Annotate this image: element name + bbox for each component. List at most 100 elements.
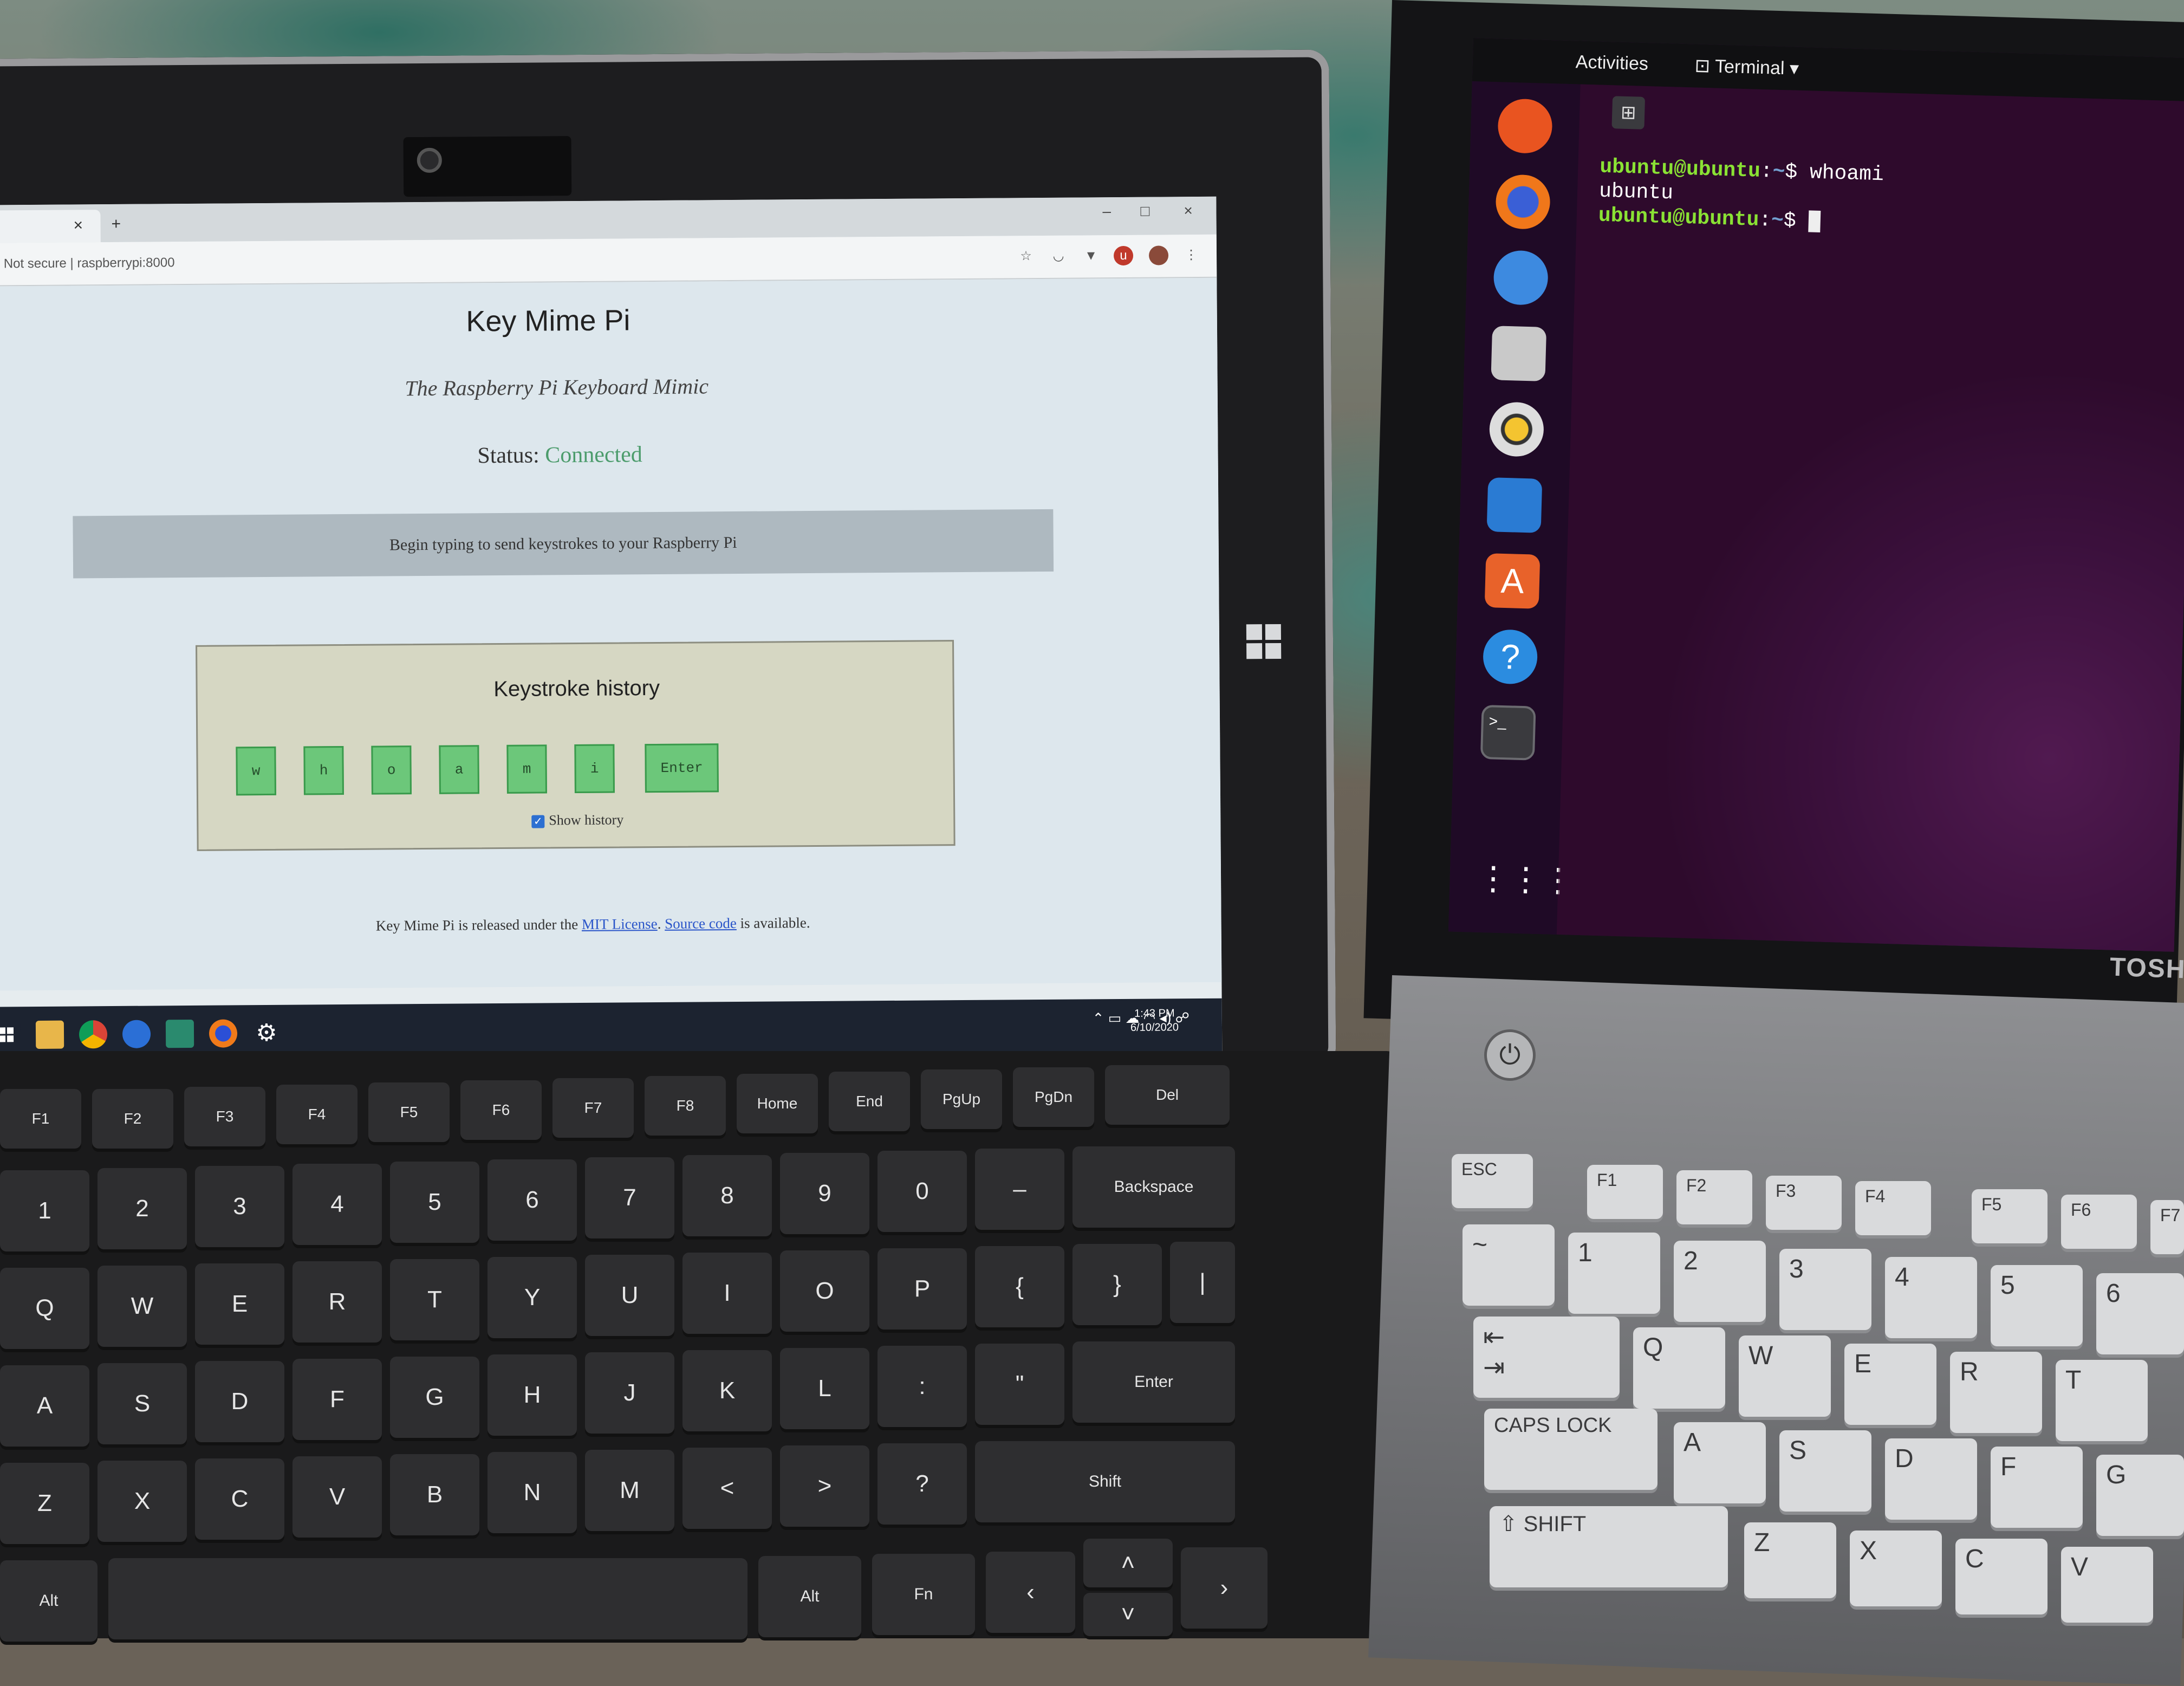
key-pgup[interactable]: PgUp [921, 1069, 1002, 1129]
key-8[interactable]: 8 [682, 1155, 772, 1236]
key-0[interactable]: 0 [877, 1151, 967, 1232]
kebab-menu-icon[interactable]: ⋮ [1181, 245, 1201, 265]
key-2[interactable]: 2 [1674, 1241, 1766, 1322]
help-icon[interactable]: ? [1482, 628, 1538, 685]
key-6[interactable]: 6 [487, 1159, 577, 1241]
key-e[interactable]: E [195, 1263, 284, 1345]
key-f[interactable]: F [292, 1359, 382, 1440]
key-r[interactable]: R [1950, 1352, 2042, 1433]
typing-prompt-banner[interactable]: Begin typing to send keystrokes to your … [73, 509, 1054, 579]
key-greater-than[interactable]: > [780, 1445, 869, 1527]
ublock-icon[interactable]: u [1113, 245, 1134, 266]
key-less-than[interactable]: < [682, 1448, 772, 1529]
file-explorer-icon[interactable] [35, 1020, 64, 1049]
key-pipe[interactable]: | [1170, 1242, 1235, 1323]
key-f5[interactable]: F5 [1972, 1189, 2047, 1243]
key-9[interactable]: 9 [780, 1153, 869, 1234]
key-shift[interactable]: Shift [975, 1441, 1235, 1522]
key-s[interactable]: S [1779, 1430, 1871, 1512]
software-icon[interactable]: A [1484, 553, 1540, 609]
thunderbird-icon[interactable] [1493, 250, 1549, 306]
key-o[interactable]: O [780, 1250, 869, 1332]
shield-icon[interactable]: ◡ [1049, 247, 1068, 266]
arrow-down-key[interactable]: ˅ [1083, 1593, 1173, 1636]
key-1[interactable]: 1 [0, 1170, 89, 1251]
arrow-left-key[interactable]: ‹ [986, 1552, 1075, 1633]
key-7[interactable]: 7 [585, 1157, 674, 1238]
app-menu[interactable]: ⊡ Terminal ▾ [1694, 55, 1799, 79]
key-d[interactable]: D [195, 1361, 284, 1442]
key-colon[interactable]: : [877, 1346, 967, 1427]
close-window-button[interactable]: × [1184, 202, 1193, 219]
key-f7[interactable]: F7 [2150, 1200, 2184, 1254]
key-b[interactable]: B [390, 1454, 479, 1535]
start-icon[interactable] [0, 1021, 21, 1049]
key-s[interactable]: S [98, 1363, 187, 1444]
key-l[interactable]: L [780, 1348, 869, 1429]
key-v[interactable]: V [2061, 1547, 2153, 1623]
key-d[interactable]: D [1885, 1438, 1977, 1520]
show-apps-icon[interactable]: ⋮⋮⋮ [1476, 851, 1575, 907]
key-question[interactable]: ? [877, 1443, 967, 1525]
key-space[interactable] [108, 1558, 748, 1639]
key-3[interactable]: 3 [1779, 1249, 1871, 1330]
key-bracket-right[interactable]: } [1072, 1244, 1162, 1325]
key-f[interactable]: F [1991, 1447, 2083, 1528]
key-a[interactable]: A [0, 1365, 89, 1447]
key-a[interactable]: A [1674, 1422, 1766, 1503]
key-f4[interactable]: F4 [1855, 1181, 1931, 1235]
vpn-icon[interactable]: ▼ [1081, 246, 1101, 265]
key-i[interactable]: I [682, 1253, 772, 1334]
activities-button[interactable]: Activities [1575, 51, 1648, 75]
key-z[interactable]: Z [0, 1463, 89, 1544]
key-w[interactable]: W [98, 1266, 187, 1347]
key-k[interactable]: K [682, 1350, 772, 1431]
key-pgdn[interactable]: PgDn [1013, 1067, 1094, 1127]
rhythmbox-icon[interactable] [1488, 401, 1545, 457]
arrow-right-key[interactable]: › [1181, 1547, 1268, 1629]
terminal-app-icon[interactable] [165, 1019, 194, 1048]
key-y[interactable]: Y [487, 1257, 577, 1338]
show-history-checkbox[interactable]: ✓ [531, 815, 545, 828]
browser-tab[interactable]: × [0, 210, 101, 243]
key-r[interactable]: R [292, 1261, 382, 1343]
key-alt-left[interactable]: Alt [0, 1560, 98, 1642]
profile-avatar[interactable] [1148, 245, 1169, 265]
source-code-link[interactable]: Source code [665, 915, 737, 932]
key-x[interactable]: X [98, 1461, 187, 1542]
key-4[interactable]: 4 [292, 1164, 382, 1245]
key-m[interactable]: M [585, 1450, 674, 1531]
ubuntu-icon[interactable] [1497, 98, 1553, 154]
key-1[interactable]: 1 [1568, 1233, 1660, 1314]
key-5[interactable]: 5 [1991, 1265, 2083, 1346]
key-f3[interactable]: F3 [1766, 1176, 1842, 1230]
key-f1[interactable]: F1 [0, 1089, 81, 1149]
key-bracket-left[interactable]: { [975, 1246, 1064, 1327]
new-tab-button[interactable]: + [111, 215, 121, 234]
url-field[interactable]: ⓘ Not secure | raspberrypi:8000 [0, 251, 175, 271]
minimize-button[interactable]: – [1102, 203, 1111, 220]
key-t[interactable]: T [2056, 1360, 2148, 1441]
terminal-icon[interactable]: >_ [1480, 704, 1536, 761]
mit-license-link[interactable]: MIT License [582, 916, 658, 932]
star-icon[interactable]: ☆ [1016, 247, 1036, 266]
key-5[interactable]: 5 [390, 1162, 479, 1243]
key-f4[interactable]: F4 [276, 1085, 358, 1144]
power-button-icon[interactable]: ⏻ [1484, 1029, 1536, 1081]
arrow-up-key[interactable]: ˄ [1083, 1539, 1173, 1587]
key-caps-lock[interactable]: CAPS LOCK [1484, 1409, 1658, 1490]
taskbar-clock[interactable]: 1:43 PM 6/10/2020 [1130, 1006, 1179, 1035]
key-g[interactable]: G [2096, 1455, 2184, 1536]
key-shift[interactable]: ⇧ SHIFT [1490, 1506, 1728, 1587]
key-c[interactable]: C [1955, 1539, 2047, 1614]
key-f8[interactable]: F8 [645, 1076, 726, 1136]
close-tab-icon[interactable]: × [74, 216, 83, 235]
key-f2[interactable]: F2 [92, 1089, 173, 1149]
firefox-icon[interactable] [1495, 174, 1551, 230]
key-v[interactable]: V [292, 1456, 382, 1538]
key-f1[interactable]: F1 [1587, 1165, 1663, 1219]
key-4[interactable]: 4 [1885, 1257, 1977, 1338]
key-f5[interactable]: F5 [368, 1082, 450, 1142]
key-f2[interactable]: F2 [1676, 1170, 1752, 1224]
key-u[interactable]: U [585, 1255, 674, 1336]
